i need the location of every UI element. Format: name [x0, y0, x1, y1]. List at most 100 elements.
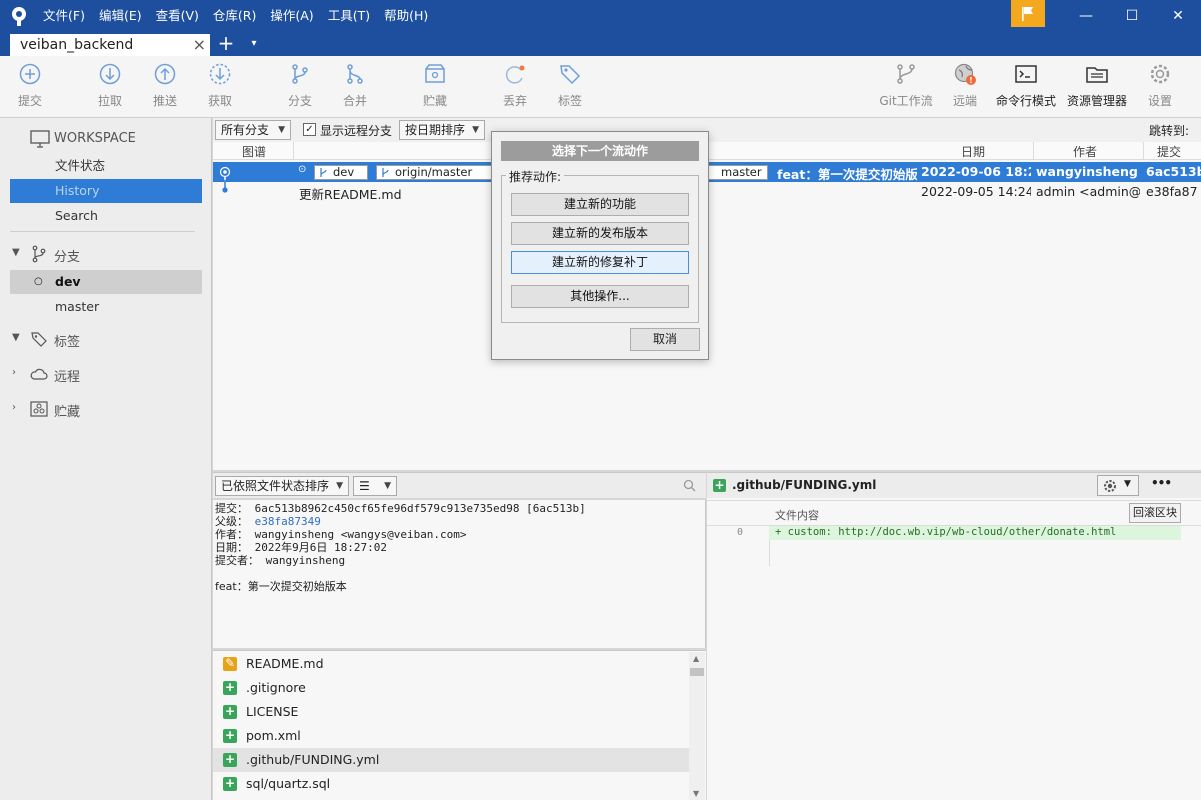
sidebar-item-history[interactable]: History [10, 179, 202, 203]
ref-tag-origin-master[interactable]: origin/master [376, 165, 492, 180]
branch-filter-select[interactable]: 所有分支 ▼ [215, 120, 291, 140]
tab-close-icon[interactable]: × [193, 35, 206, 54]
diff-added-line: + custom: http://doc.wb.vip/wb-cloud/oth… [769, 526, 1181, 540]
discard-icon [505, 65, 525, 84]
view-mode-select[interactable]: ☰ ▼ [353, 476, 397, 496]
list-item[interactable]: + sql/quartz.sql [213, 772, 689, 796]
column-author[interactable]: 作者 [1073, 143, 1097, 160]
gear-icon [1150, 64, 1170, 84]
tab-dropdown-button[interactable]: ▾ [244, 35, 264, 53]
detail-date-label: 日期： [215, 541, 248, 554]
branch-button[interactable]: 分支 [270, 62, 330, 114]
discard-button[interactable]: 丢弃 [485, 62, 545, 114]
column-commit[interactable]: 提交 [1157, 143, 1181, 160]
list-item[interactable]: + pom.xml [213, 724, 689, 748]
tab-label: veiban_backend [20, 37, 134, 53]
column-graph[interactable]: 图谱 [242, 143, 266, 160]
revert-hunk-button[interactable]: 回滚区块 [1129, 503, 1181, 523]
fetch-button[interactable]: 获取 [190, 62, 250, 114]
modified-file-icon: ✎ [223, 656, 237, 671]
detail-committer-label: 提交者： [215, 554, 259, 567]
added-file-icon: + [223, 728, 237, 743]
line-number: 0 [737, 527, 744, 538]
file-list-scrollbar[interactable]: ▲ ▼ [689, 652, 705, 800]
list-item[interactable]: + LICENSE [213, 700, 689, 724]
changed-files-list: ✎ README.md + .gitignore + LICENSE + pom… [213, 650, 706, 800]
merge-button[interactable]: 合并 [325, 62, 385, 114]
commit-button[interactable]: 提交 [0, 62, 60, 114]
close-window-button[interactable]: ✕ [1155, 0, 1201, 32]
branch-icon [320, 168, 327, 177]
settings-button[interactable]: 设置 [1130, 62, 1190, 114]
tag-icon [560, 65, 581, 85]
start-hotfix-button[interactable]: 建立新的修复补丁 [511, 251, 689, 274]
sort-select[interactable]: 按日期排序 ▼ [399, 120, 485, 140]
ref-tag-dev[interactable]: dev [314, 165, 368, 180]
sourcetree-logo-icon[interactable] [8, 5, 30, 27]
menu-tools[interactable]: 工具(T) [321, 0, 377, 32]
detail-parent-link[interactable]: e38fa87349 [255, 515, 321, 528]
start-release-button[interactable]: 建立新的发布版本 [511, 222, 689, 245]
title-bar: 文件(F) 编辑(E) 查看(V) 仓库(R) 操作(A) 工具(T) 帮助(H… [0, 0, 1201, 32]
menu-actions[interactable]: 操作(A) [263, 0, 320, 32]
minimize-button[interactable]: — [1063, 0, 1109, 32]
file-name: .gitignore [246, 680, 306, 695]
branches-header[interactable]: ▼ 分支 [0, 241, 212, 267]
added-file-icon: + [223, 704, 237, 719]
list-item[interactable]: ✎ README.md [213, 652, 689, 676]
list-item[interactable]: + .gitignore [213, 676, 689, 700]
remotes-header[interactable]: › 远程 [0, 361, 212, 387]
pull-icon [99, 63, 121, 85]
cancel-button[interactable]: 取消 [630, 328, 700, 351]
detail-commit-label: 提交： [215, 502, 248, 515]
file-sort-select[interactable]: 已依照文件状态排序 ▼ [215, 476, 349, 496]
detail-committer-value: wangyinsheng [265, 554, 346, 567]
menu-file[interactable]: 文件(F) [36, 0, 92, 32]
menu-bar: 文件(F) 编辑(E) 查看(V) 仓库(R) 操作(A) 工具(T) 帮助(H… [36, 0, 435, 32]
terminal-button[interactable]: 命令行模式 [996, 62, 1056, 114]
column-date[interactable]: 日期 [961, 143, 985, 160]
pull-button[interactable]: 拉取 [80, 62, 140, 114]
branch-icon [382, 168, 389, 177]
scrollbar-thumb[interactable] [690, 668, 704, 676]
menu-repository[interactable]: 仓库(R) [206, 0, 263, 32]
new-tab-button[interactable]: + [214, 33, 238, 55]
flag-button[interactable] [1011, 0, 1045, 27]
file-name: LICENSE [246, 704, 299, 719]
chevron-down-icon: ▼ [278, 125, 285, 135]
diff-options-button[interactable]: ▼ [1097, 475, 1139, 496]
list-item[interactable]: + .github/FUNDING.yml [213, 748, 689, 772]
push-button[interactable]: 推送 [135, 62, 195, 114]
search-icon[interactable] [683, 479, 696, 492]
scroll-down-icon[interactable]: ▼ [693, 789, 699, 798]
sidebar-item-file-status[interactable]: 文件状态 [10, 154, 202, 178]
ref-tag-master[interactable]: master [702, 165, 768, 180]
commit-hash: 6ac513b [1146, 164, 1201, 179]
other-actions-button[interactable]: 其他操作... [511, 285, 689, 308]
start-feature-button[interactable]: 建立新的功能 [511, 193, 689, 216]
commit-author: wangyinsheng < [1036, 164, 1140, 179]
menu-edit[interactable]: 编辑(E) [92, 0, 149, 32]
detail-parent-label: 父级： [215, 515, 248, 528]
explorer-button[interactable]: 资源管理器 [1067, 62, 1127, 114]
tag-button[interactable]: 标签 [540, 62, 600, 114]
gitflow-button[interactable]: Git工作流 [876, 62, 936, 114]
cloud-icon [30, 368, 48, 380]
gitflow-dialog: 选择下一个流动作 推荐动作: 建立新的功能 建立新的发布版本 建立新的修复补丁 … [491, 131, 709, 360]
tags-header[interactable]: ▼ 标签 [0, 326, 212, 352]
sidebar-item-search[interactable]: Search [10, 204, 202, 228]
scroll-up-icon[interactable]: ▲ [693, 654, 699, 663]
tab-veiban-backend[interactable]: veiban_backend × [10, 34, 210, 56]
sidebar-item-branch-master[interactable]: master [10, 295, 202, 319]
menu-help[interactable]: 帮助(H) [377, 0, 435, 32]
added-file-icon: + [223, 752, 237, 767]
stashes-header[interactable]: › 贮藏 [0, 396, 212, 422]
stash-button[interactable]: 贮藏 [405, 62, 465, 114]
show-remote-checkbox[interactable]: ✓ [303, 123, 316, 136]
menu-view[interactable]: 查看(V) [149, 0, 206, 32]
commit-date: 2022-09-06 18:27 [921, 164, 1031, 179]
sidebar-item-branch-dev[interactable]: ○ dev [10, 270, 202, 294]
maximize-button[interactable]: ☐ [1109, 0, 1155, 32]
remote-button[interactable]: ! 远端 [935, 62, 995, 114]
more-options-icon[interactable]: ••• [1151, 476, 1172, 490]
